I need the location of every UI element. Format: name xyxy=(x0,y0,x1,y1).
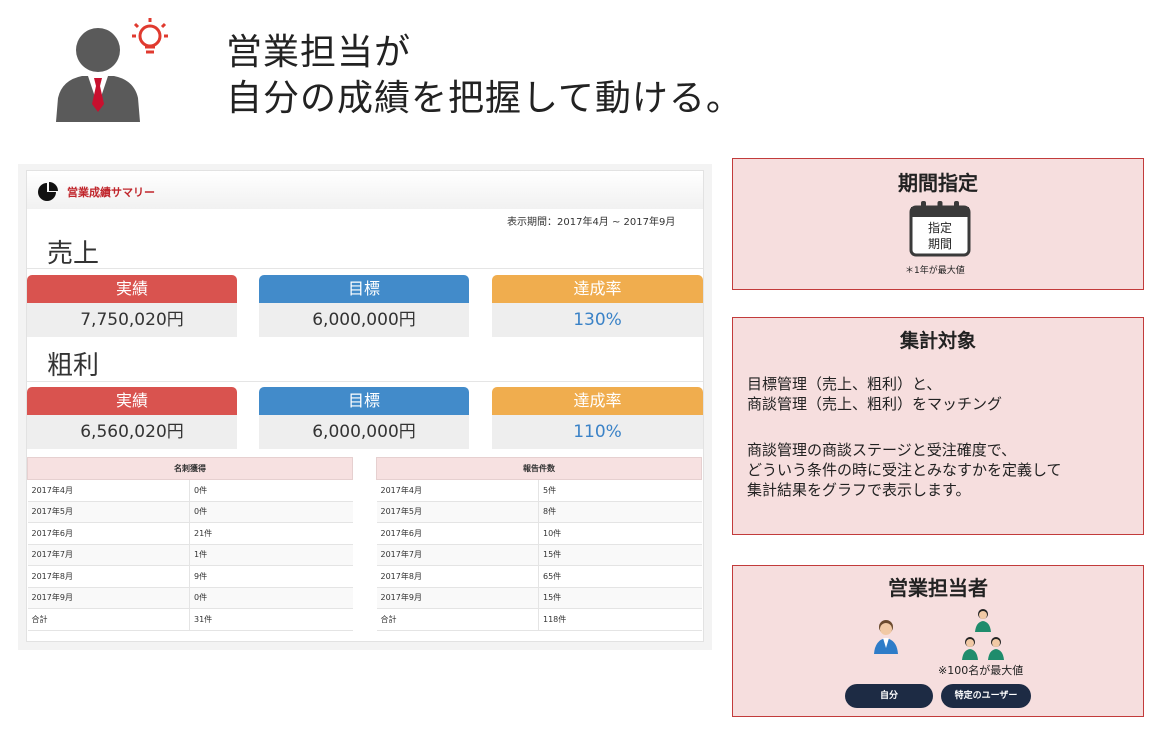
row-count: 15件 xyxy=(538,544,702,566)
row-count: 8件 xyxy=(538,501,702,523)
profit-target-value: 6,000,000円 xyxy=(259,415,469,449)
table-row: 2017年8月 9件 xyxy=(27,565,353,588)
row-count: 31件 xyxy=(189,608,353,631)
business-card-table: 名刺獲得 2017年4月 0件 2017年5月 0件 2017年6月 21件 2017… xyxy=(27,457,353,631)
divider xyxy=(27,381,703,382)
divider xyxy=(27,268,703,269)
calendar-label-1: 指定 xyxy=(927,221,952,235)
row-month: 2017年4月 xyxy=(27,479,190,502)
target-description-1: 目標管理（売上、粗利）と、 商談管理（売上、粗利）をマッチング xyxy=(747,375,1003,413)
calendar-label-2: 期間 xyxy=(927,237,952,251)
table-row: 2017年4月 5件 xyxy=(376,479,702,502)
summary-panel: 営業成績サマリー 表示期間：2017年4月 ~ 2017年9月 売上 実績 7,… xyxy=(18,164,712,650)
report-count-table: 報告件数 2017年4月 5件 2017年5月 8件 2017年6月 10件 2017… xyxy=(376,457,702,631)
row-count: 0件 xyxy=(189,501,353,523)
sales-rate-value: 130% xyxy=(492,303,703,337)
sales-heading: 売上 xyxy=(47,239,100,269)
period-note: ＊1年が最大値 xyxy=(905,266,965,276)
row-count: 15件 xyxy=(538,587,702,609)
businessman-idea-icon xyxy=(56,18,168,122)
table-row: 2017年9月 15件 xyxy=(376,587,702,609)
pie-chart-icon xyxy=(38,182,58,201)
table-row: 合計 118件 xyxy=(376,608,702,631)
self-button[interactable]: 自分 xyxy=(845,684,933,708)
table-row: 2017年7月 1件 xyxy=(27,544,353,566)
row-month: 2017年6月 xyxy=(376,522,539,545)
row-count: 1件 xyxy=(189,544,353,566)
row-count: 9件 xyxy=(189,565,353,588)
target-card-title: 集計対象 xyxy=(899,330,976,352)
period-card: 期間指定 指定 期間 ＊1年が最大値 xyxy=(732,158,1144,290)
staff-card: 営業担当者 ※100名が最大値 自分 特定のユーザー xyxy=(732,565,1144,717)
row-month: 2017年8月 xyxy=(376,565,539,588)
row-month: 2017年6月 xyxy=(27,522,190,545)
sales-actual-label: 実績 xyxy=(27,275,237,303)
table-row: 2017年8月 65件 xyxy=(376,565,702,588)
table-header: 報告件数 xyxy=(376,457,702,480)
sales-target-label: 目標 xyxy=(259,275,469,303)
row-count: 118件 xyxy=(538,608,702,631)
staff-note: ※100名が最大値 xyxy=(938,664,1024,677)
row-month: 2017年8月 xyxy=(27,565,190,588)
calendar-label: 指定 期間 xyxy=(908,220,972,252)
row-count: 0件 xyxy=(189,479,353,502)
sales-target-value: 6,000,000円 xyxy=(259,303,469,337)
row-count: 10件 xyxy=(538,522,702,545)
display-period: 表示期間：2017年4月 ~ 2017年9月 xyxy=(507,217,676,228)
row-month: 2017年9月 xyxy=(27,587,190,609)
sales-rate-label: 達成率 xyxy=(492,275,703,303)
profit-rate-value: 110% xyxy=(492,415,703,449)
table-row: 2017年6月 10件 xyxy=(376,522,702,545)
profit-heading: 粗利 xyxy=(47,351,100,381)
profit-actual-label: 実績 xyxy=(27,387,237,415)
table-row: 2017年4月 0件 xyxy=(27,479,353,502)
title-line-1: 営業担当が xyxy=(226,32,412,73)
table-row: 2017年6月 21件 xyxy=(27,522,353,545)
row-month: 2017年5月 xyxy=(27,501,190,523)
summary-title: 営業成績サマリー xyxy=(67,186,155,199)
profit-rate-label: 達成率 xyxy=(492,387,703,415)
specific-user-button[interactable]: 特定のユーザー xyxy=(941,684,1031,708)
profit-actual-value: 6,560,020円 xyxy=(27,415,237,449)
staff-card-title: 営業担当者 xyxy=(888,576,988,600)
row-month: 2017年4月 xyxy=(376,479,539,502)
row-month: 2017年9月 xyxy=(376,587,539,609)
row-count: 5件 xyxy=(538,479,702,502)
target-description-2: 商談管理の商談ステージと受注確度で、 どういう条件の時に受注とみなすかを定義して… xyxy=(747,441,1062,499)
user-icon xyxy=(874,620,898,654)
period-card-title: 期間指定 xyxy=(898,171,978,195)
summary-title-bar: 営業成績サマリー xyxy=(27,171,703,209)
table-header: 名刺獲得 xyxy=(27,457,353,480)
table-row: 合計 31件 xyxy=(27,608,353,631)
table-row: 2017年9月 0件 xyxy=(27,587,353,609)
table-row: 2017年5月 8件 xyxy=(376,501,702,523)
profit-target-label: 目標 xyxy=(259,387,469,415)
row-month: 合計 xyxy=(27,608,190,631)
title-line-2: 自分の成績を把握して動ける。 xyxy=(226,78,743,119)
row-count: 0件 xyxy=(189,587,353,609)
sales-actual-value: 7,750,020円 xyxy=(27,303,237,337)
target-card: 集計対象 目標管理（売上、粗利）と、 商談管理（売上、粗利）をマッチング 商談管… xyxy=(732,317,1144,535)
summary-card: 営業成績サマリー 表示期間：2017年4月 ~ 2017年9月 売上 実績 7,… xyxy=(26,170,704,642)
row-month: 2017年5月 xyxy=(376,501,539,523)
page-title: 営業担当が 自分の成績を把握して動ける。 xyxy=(226,30,743,122)
row-count: 65件 xyxy=(538,565,702,588)
row-month: 2017年7月 xyxy=(376,544,539,566)
row-month: 合計 xyxy=(376,608,539,631)
table-row: 2017年5月 0件 xyxy=(27,501,353,523)
table-row: 2017年7月 15件 xyxy=(376,544,702,566)
row-count: 21件 xyxy=(189,522,353,545)
users-group-icon xyxy=(962,609,1004,660)
row-month: 2017年7月 xyxy=(27,544,190,566)
